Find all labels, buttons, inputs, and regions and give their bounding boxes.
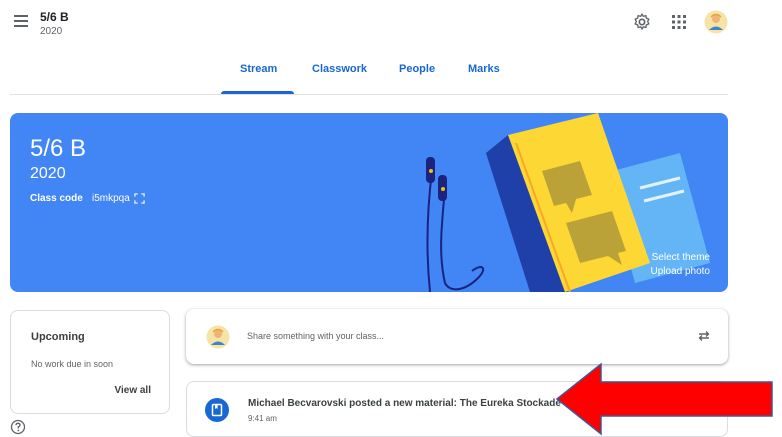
settings-icon[interactable] [632,12,652,32]
post-title[interactable]: Michael Becvarovski posted a new materia… [248,398,561,409]
share-input[interactable]: Share something with your class... [247,331,384,341]
tab-stream[interactable]: Stream [240,63,277,75]
view-all-link[interactable]: View all [114,385,151,396]
tab-people[interactable]: People [399,63,435,75]
share-box[interactable]: Share something with your class... [186,309,728,364]
class-year: 2020 [40,26,63,37]
upcoming-title: Upcoming [31,331,85,343]
material-icon[interactable] [205,398,229,422]
fullscreen-icon[interactable] [134,193,145,204]
divider [10,94,728,95]
annotation-arrow-icon [555,362,773,436]
avatar[interactable] [704,10,728,34]
apps-grid-icon[interactable] [670,13,688,31]
class-code-label: Class code [30,193,83,204]
class-code: i5mkpqa [92,193,130,204]
avatar [206,325,230,349]
upload-photo-link[interactable]: Upload photo [651,266,711,277]
tab-bar: Stream Classwork People Marks [0,58,782,94]
select-theme-link[interactable]: Select theme [652,252,710,263]
top-bar: 5/6 B 2020 [0,0,782,50]
upcoming-empty-text: No work due in soon [31,359,114,369]
banner-year: 2020 [30,165,66,182]
class-banner: 5/6 B 2020 Class code i5mkpqa Select the… [10,113,728,292]
class-name[interactable]: 5/6 B [40,10,69,24]
tab-marks[interactable]: Marks [468,63,500,75]
repost-icon[interactable] [696,328,712,344]
upcoming-card: Upcoming No work due in soon View all [10,310,170,414]
tab-classwork[interactable]: Classwork [312,63,367,75]
menu-icon[interactable] [10,12,32,34]
banner-title[interactable]: 5/6 B [30,135,86,163]
post-time: 9:41 am [248,414,277,423]
help-icon[interactable] [10,419,26,435]
